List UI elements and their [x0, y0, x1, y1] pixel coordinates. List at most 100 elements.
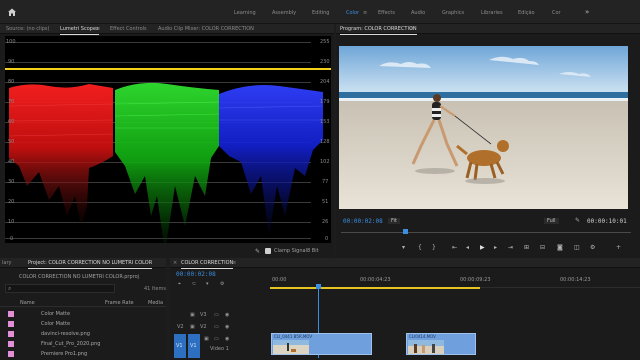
linked-selection-icon[interactable]: ⊂: [192, 281, 196, 287]
tab-library[interactable]: lary: [2, 260, 11, 266]
lock-icon[interactable]: ▣: [190, 312, 195, 318]
program-scrub-bar[interactable]: [341, 232, 631, 233]
beach-video-image: [339, 46, 628, 209]
workspace-assembly[interactable]: Assembly: [272, 10, 296, 16]
eye-icon[interactable]: ◉: [225, 324, 229, 330]
tab-source[interactable]: Source: (no clips): [6, 26, 49, 32]
go-to-in-icon[interactable]: }: [432, 244, 436, 252]
workspace-menu-icon[interactable]: ≡: [363, 10, 367, 16]
snap-icon[interactable]: ⌖: [178, 281, 181, 287]
timeline-ruler[interactable]: 00:00 00:00:04:23 00:00:09:23 00:00:14:2…: [270, 272, 640, 288]
sync-lock-icon[interactable]: ▭: [214, 336, 219, 342]
list-item[interactable]: davinci-resolve.png: [0, 329, 166, 339]
fit-dropdown[interactable]: Fit: [388, 218, 400, 224]
list-item[interactable]: Color Matte: [0, 309, 166, 319]
list-item[interactable]: Color Matte: [0, 319, 166, 329]
close-tab-icon[interactable]: ×: [173, 260, 177, 266]
mark-out-icon[interactable]: {: [418, 244, 422, 252]
workspace-learning[interactable]: Learning: [234, 10, 256, 16]
program-duration: 00:00:10:01: [587, 218, 627, 225]
program-timecode[interactable]: 00:00:02:08: [343, 218, 383, 225]
tab-lumetri-scopes[interactable]: Lumetri Scopes: [60, 26, 99, 35]
clip-thumbnail: [273, 340, 309, 354]
scope-right-tick: 0: [325, 236, 329, 242]
quality-dropdown[interactable]: Full: [544, 218, 559, 224]
list-item[interactable]: Final_Cut_Pro_2020.png: [0, 339, 166, 349]
scope-left-tick: 80: [8, 79, 15, 85]
clip-thumbnail: [408, 340, 444, 354]
mark-in-icon[interactable]: ▾: [402, 244, 405, 252]
ruler-tick: 00:00:14:23: [560, 277, 591, 283]
column-media[interactable]: Media: [148, 300, 163, 306]
program-menu-icon[interactable]: ≡: [410, 26, 414, 32]
extract-icon[interactable]: ⊟: [540, 244, 545, 252]
bit-depth-select[interactable]: 8 Bit: [307, 248, 319, 254]
comparison-view-icon[interactable]: ◫: [574, 244, 580, 252]
column-name[interactable]: Name: [20, 300, 35, 306]
scope-gridline: [5, 62, 311, 63]
tab-menu-icon[interactable]: ≡: [96, 26, 100, 32]
column-frame-rate[interactable]: Frame Rate: [105, 300, 134, 306]
track-label: Video 1: [210, 346, 229, 352]
wrench-icon[interactable]: ✎: [255, 248, 260, 255]
scope-right-tick: 26: [322, 219, 329, 225]
workspace-audio[interactable]: Audio: [411, 10, 425, 16]
go-to-out-icon[interactable]: ⇥: [508, 244, 513, 252]
timeline-timecode[interactable]: 00:00:02:08: [176, 271, 216, 278]
track-target-label: V1: [190, 343, 197, 349]
lock-icon[interactable]: ▣: [204, 336, 209, 342]
workspace-editing[interactable]: Editing: [312, 10, 329, 16]
add-marker-icon[interactable]: ▾: [206, 281, 209, 287]
track-name: V2: [200, 324, 207, 330]
source-tabbar: Source: (no clips) Lumetri Scopes ≡ Effe…: [0, 24, 334, 35]
tab-project[interactable]: Project: COLOR CORRECTION NO LUMETRI COL…: [28, 260, 153, 269]
tab-sequence[interactable]: COLOR CORRECTION: [181, 260, 234, 269]
lift-icon[interactable]: ⊞: [524, 244, 529, 252]
scope-left-tick: 50: [8, 139, 15, 145]
tab-audio-clip-mixer[interactable]: Audio Clip Mixer: COLOR CORRECTION: [158, 26, 254, 32]
program-playhead[interactable]: [403, 229, 408, 234]
lock-icon[interactable]: ▣: [190, 324, 195, 330]
project-search-input[interactable]: ⌕: [5, 284, 115, 293]
eye-icon[interactable]: ◉: [225, 336, 229, 342]
track-name: V3: [200, 312, 207, 318]
eye-icon[interactable]: ◉: [225, 312, 229, 318]
go-to-in-point-icon[interactable]: ⇤: [452, 244, 457, 252]
workspace-graphics[interactable]: Graphics: [442, 10, 464, 16]
workspace-color[interactable]: Color: [346, 10, 359, 16]
scope-left-tick: 100: [6, 39, 16, 45]
settings-icon[interactable]: ⚙: [590, 244, 595, 252]
tab-effect-controls[interactable]: Effect Controls: [110, 26, 147, 32]
export-frame-icon[interactable]: ◙: [557, 244, 563, 252]
clamp-signal-checkbox[interactable]: [265, 248, 271, 254]
scope-left-tick: 60: [8, 119, 15, 125]
workspace-edicao[interactable]: Edição: [518, 10, 535, 16]
more-workspaces-icon[interactable]: »: [585, 8, 589, 16]
step-forward-icon[interactable]: ▸: [494, 244, 497, 252]
workspace-bar: Learning Assembly Editing Color ≡ Effect…: [0, 0, 640, 24]
play-icon[interactable]: ▶: [480, 244, 485, 252]
scope-left-tick: 30: [8, 179, 15, 185]
timeline-panel: × COLOR CORRECTION ≡ 00:00:02:08 ⌖ ⊂ ▾ ⚙…: [170, 258, 640, 360]
work-area-bar[interactable]: [270, 287, 480, 289]
video-clip[interactable]: CLI0414.MOV: [406, 333, 476, 355]
home-icon[interactable]: [7, 7, 17, 17]
workspace-effects[interactable]: Effects: [378, 10, 395, 16]
sync-lock-icon[interactable]: ▭: [214, 312, 219, 318]
green-channel-trace: [115, 82, 219, 243]
timeline-settings-icon[interactable]: ⚙: [220, 281, 224, 287]
scope-right-tick: 51: [322, 199, 329, 205]
add-button-icon[interactable]: +: [616, 244, 621, 252]
image-swatch: [8, 331, 14, 337]
step-back-icon[interactable]: ◂: [466, 244, 469, 252]
track-target[interactable]: V2: [177, 324, 184, 330]
list-item[interactable]: Premiere Pro1.png: [0, 349, 166, 359]
monitor-settings-icon[interactable]: ✎: [575, 217, 580, 224]
video-clip[interactable]: CLI_0441 B5R.MOV: [271, 333, 372, 355]
sequence-menu-icon[interactable]: ≡: [232, 260, 236, 266]
workspace-libraries[interactable]: Libraries: [481, 10, 503, 16]
project-tabbar: lary Project: COLOR CORRECTION NO LUMETR…: [0, 258, 166, 269]
sync-lock-icon[interactable]: ▭: [214, 324, 219, 330]
tab-program[interactable]: Program: COLOR CORRECTION: [340, 26, 417, 35]
workspace-cor[interactable]: Cor: [552, 10, 561, 16]
